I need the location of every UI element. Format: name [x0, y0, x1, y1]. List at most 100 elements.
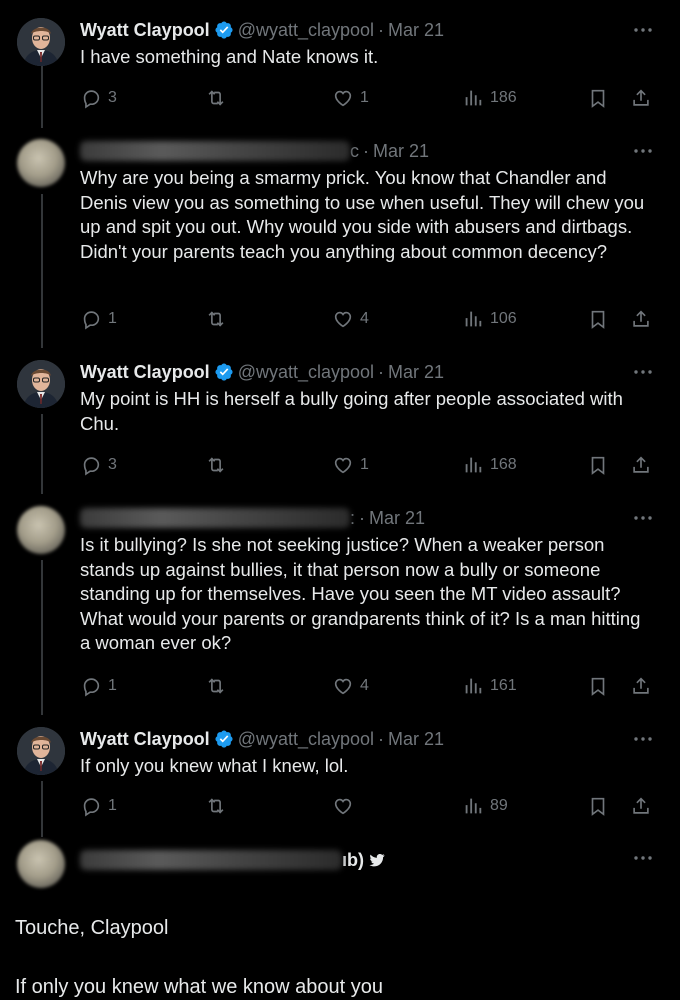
- reply-count: 3: [108, 89, 117, 106]
- more-icon[interactable]: [632, 141, 654, 161]
- share-icon: [633, 310, 649, 327]
- heart-icon: [334, 90, 352, 107]
- share-icon: [633, 797, 649, 814]
- separator: ·: [359, 507, 366, 528]
- bookmark-button[interactable]: [587, 453, 609, 477]
- bookmark-icon: [591, 456, 605, 475]
- heart-icon: [334, 678, 352, 695]
- verified-badge-icon: [215, 363, 233, 381]
- share-button[interactable]: [630, 453, 652, 477]
- tweet-date[interactable]: Mar 21: [373, 141, 429, 162]
- like-button[interactable]: 1: [332, 86, 369, 110]
- views-button[interactable]: 106: [462, 307, 517, 331]
- avatar[interactable]: [17, 139, 65, 187]
- tweet-date[interactable]: Mar 21: [369, 508, 425, 529]
- retweet-button[interactable]: [205, 307, 227, 331]
- views-button[interactable]: 161: [462, 674, 517, 698]
- more-icon[interactable]: [632, 729, 654, 749]
- heart-icon: [334, 798, 352, 815]
- reply-button[interactable]: 3: [80, 86, 117, 110]
- reply-count: 1: [108, 677, 117, 694]
- views-button[interactable]: 186: [462, 86, 517, 110]
- bookmark-button[interactable]: [587, 86, 609, 110]
- share-icon: [633, 677, 649, 694]
- views-button[interactable]: 168: [462, 453, 517, 477]
- verified-badge-icon: [215, 21, 233, 39]
- author-handle[interactable]: @wyatt_claypool: [238, 729, 374, 750]
- retweet-icon: [208, 678, 224, 694]
- reply-icon: [83, 311, 100, 330]
- redacted-author-name: [80, 850, 342, 870]
- reply-count: 3: [108, 456, 117, 473]
- author-handle[interactable]: @wyatt_claypool: [238, 362, 374, 383]
- share-icon: [633, 456, 649, 473]
- retweet-icon: [208, 311, 224, 327]
- share-button[interactable]: [630, 307, 652, 331]
- like-button[interactable]: 4: [332, 307, 369, 331]
- bookmark-button[interactable]: [587, 794, 609, 818]
- avatar[interactable]: [17, 727, 65, 775]
- reply-icon: [83, 90, 100, 109]
- reply-button[interactable]: 1: [80, 674, 117, 698]
- tweet-date[interactable]: Mar 21: [388, 729, 444, 750]
- share-button[interactable]: [630, 674, 652, 698]
- like-count: 1: [360, 456, 369, 473]
- retweet-button[interactable]: [205, 794, 227, 818]
- views-icon: [465, 798, 482, 814]
- reply-count: 1: [108, 310, 117, 327]
- reply-icon: [83, 798, 100, 817]
- views-icon: [465, 678, 482, 694]
- bookmark-button[interactable]: [587, 307, 609, 331]
- tweet-actions: 1 89: [80, 794, 660, 818]
- author-name-fragment: :: [350, 507, 356, 528]
- avatar[interactable]: [17, 360, 65, 408]
- share-icon: [633, 89, 649, 106]
- author-handle[interactable]: @wyatt_claypool: [238, 20, 374, 41]
- bookmark-button[interactable]: [587, 674, 609, 698]
- bookmark-icon: [591, 797, 605, 816]
- more-icon[interactable]: [632, 508, 654, 528]
- views-count: 161: [490, 677, 517, 694]
- tweet-text: Is it bullying? Is she not seeking justi…: [80, 534, 641, 653]
- heart-icon: [334, 311, 352, 328]
- like-button[interactable]: 1: [332, 453, 369, 477]
- like-count: 1: [360, 89, 369, 106]
- retweet-button[interactable]: [205, 86, 227, 110]
- tweet-actions: 1 4 106: [80, 307, 660, 331]
- like-button[interactable]: 4: [332, 674, 369, 698]
- redacted-author-name: [80, 141, 350, 161]
- tweet-date[interactable]: Mar 21: [388, 20, 444, 41]
- reply-button[interactable]: 1: [80, 794, 117, 818]
- author-name[interactable]: Wyatt Claypool: [80, 20, 210, 41]
- separator: ·: [378, 19, 385, 40]
- reply-button[interactable]: 3: [80, 453, 117, 477]
- views-button[interactable]: 89: [462, 794, 508, 818]
- more-icon[interactable]: [632, 20, 654, 40]
- views-icon: [465, 90, 482, 106]
- author-name[interactable]: Wyatt Claypool: [80, 729, 210, 750]
- tweet-text-line-1: Touche, Claypool: [15, 917, 169, 939]
- thread-line: [41, 781, 43, 837]
- share-button[interactable]: [630, 794, 652, 818]
- retweet-button[interactable]: [205, 674, 227, 698]
- like-count: 4: [360, 310, 369, 327]
- more-icon[interactable]: [632, 362, 654, 382]
- bookmark-icon: [591, 89, 605, 108]
- like-count: 4: [360, 677, 369, 694]
- avatar[interactable]: [17, 840, 65, 888]
- separator: ·: [378, 728, 385, 749]
- tweet-date[interactable]: Mar 21: [388, 362, 444, 383]
- avatar[interactable]: [17, 18, 65, 66]
- more-icon[interactable]: [632, 848, 654, 868]
- reply-count: 1: [108, 797, 117, 814]
- author-name[interactable]: Wyatt Claypool: [80, 362, 210, 383]
- reply-button[interactable]: 1: [80, 307, 117, 331]
- reply-icon: [83, 457, 100, 476]
- share-button[interactable]: [630, 86, 652, 110]
- thread-line: [41, 194, 43, 348]
- like-button[interactable]: [332, 794, 354, 818]
- avatar[interactable]: [17, 506, 65, 554]
- tweet-text-line-2: If only you knew what we know about you: [15, 976, 383, 998]
- separator: ·: [378, 361, 385, 382]
- retweet-button[interactable]: [205, 453, 227, 477]
